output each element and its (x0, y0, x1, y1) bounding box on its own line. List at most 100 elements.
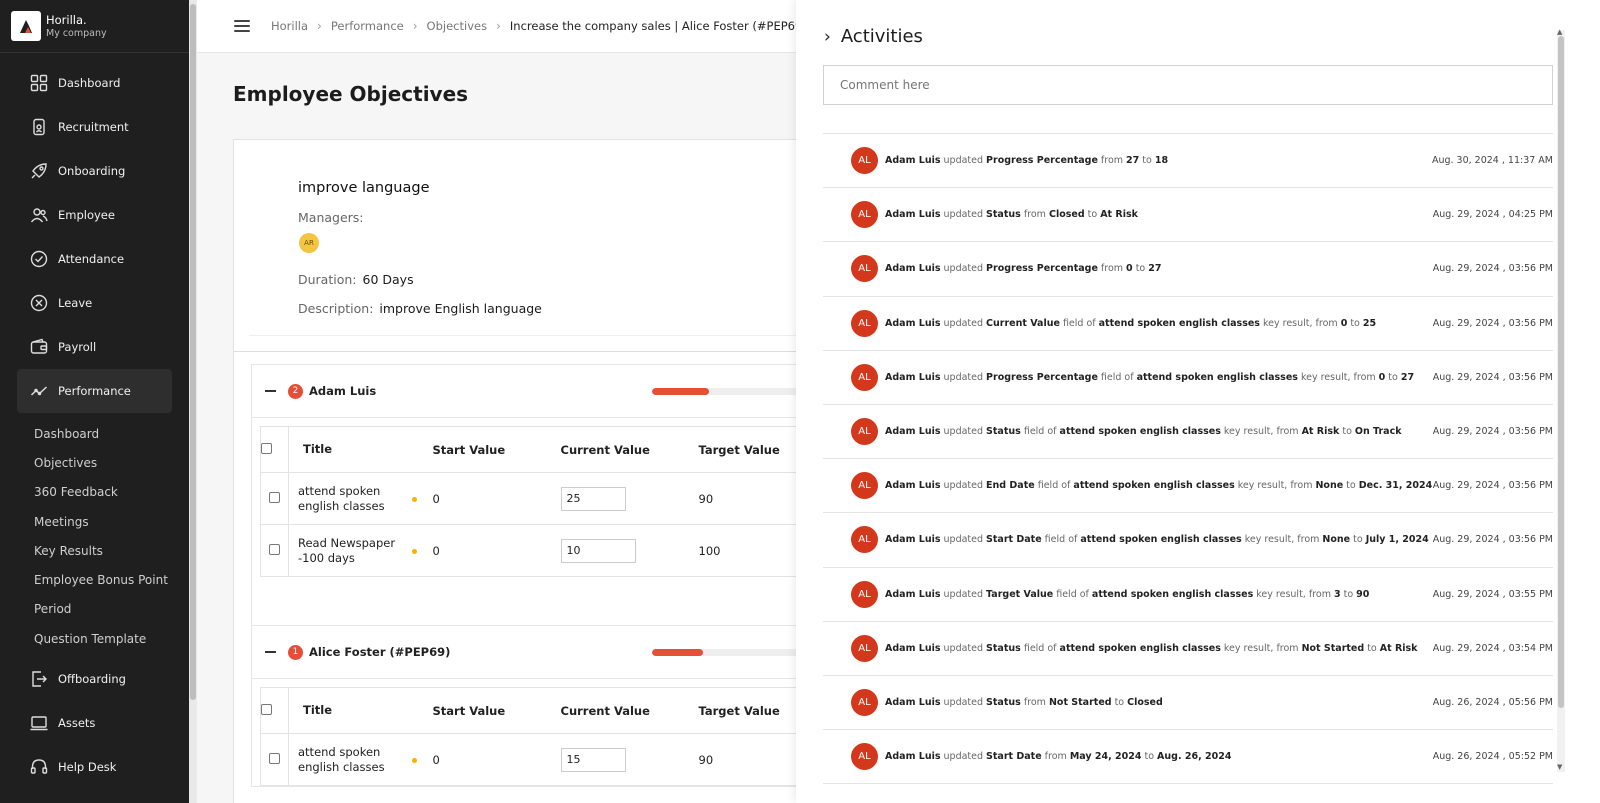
row-title: attend spoken english classes (288, 733, 425, 786)
activity-timestamp: Aug. 30, 2024 , 11:37 AM (1431, 155, 1553, 167)
activity-connector: from (1097, 155, 1127, 167)
comment-input[interactable] (823, 65, 1553, 105)
scroll-down-arrow-icon[interactable]: ▼ (1557, 763, 1562, 771)
hamburger-menu-icon[interactable] (234, 20, 250, 32)
nav-label: Performance (58, 384, 131, 398)
activity-text: Adam Luis updated Progress Percentage fr… (885, 155, 1168, 166)
current-value-input[interactable] (560, 538, 636, 563)
managers-label: Managers: (298, 210, 364, 225)
select-all-cell (260, 687, 289, 734)
nav-onboarding[interactable]: Onboarding (0, 149, 189, 193)
activity-value: attend spoken english classes (1091, 588, 1254, 600)
activity-connector: updated (940, 371, 987, 383)
current-value-input[interactable] (560, 486, 626, 511)
laptop-icon (29, 713, 49, 733)
current-value-input[interactable] (560, 747, 626, 772)
collapse-icon[interactable] (265, 390, 276, 392)
activity-value: Adam Luis (885, 426, 941, 438)
activity-value: Progress Percentage (986, 371, 1098, 383)
main-nav: Dashboard Recruitment Onboarding Employe… (0, 53, 189, 789)
nav-dashboard[interactable]: Dashboard (0, 61, 189, 105)
subnav-objectives[interactable]: Objectives (0, 448, 189, 477)
user-avatar: AL (851, 634, 878, 662)
nav-offboarding[interactable]: Offboarding (0, 657, 189, 701)
status-dot-icon (411, 757, 417, 763)
activity-item: AL Adam Luis updated Progress Percentage … (823, 351, 1553, 405)
activity-value: 27 (1148, 263, 1162, 275)
breadcrumb-performance[interactable]: Performance (331, 19, 404, 33)
activity-value: Adam Luis (885, 696, 941, 708)
chevron-right-icon: › (317, 19, 322, 33)
subnav-360-feedback[interactable]: 360 Feedback (0, 478, 189, 507)
nav-performance[interactable]: Performance (17, 369, 172, 413)
activity-value: Progress Percentage (986, 155, 1098, 167)
activity-value: attend spoken english classes (1059, 426, 1221, 438)
activity-value: Start Date (986, 751, 1042, 763)
activity-connector: to (1111, 696, 1128, 708)
user-avatar: AL (851, 743, 878, 771)
trend-icon (29, 381, 49, 401)
activity-value: attend spoken english classes (1059, 642, 1221, 654)
breadcrumb-horilla[interactable]: Horilla (271, 19, 308, 33)
activity-value: Status (986, 209, 1021, 221)
activity-text: Adam Luis updated Status from Not Starte… (885, 697, 1163, 708)
select-all-checkbox[interactable] (261, 703, 272, 715)
chevron-right-icon[interactable]: › (824, 27, 831, 47)
nav-attendance[interactable]: Attendance (0, 237, 189, 281)
activity-connector: key result, from (1297, 371, 1379, 383)
activity-value: Closed (1127, 696, 1163, 708)
activity-timestamp: Aug. 29, 2024 , 03:56 PM (1432, 371, 1553, 383)
nav-payroll[interactable]: Payroll (0, 325, 189, 369)
performance-subnav: Dashboard Objectives 360 Feedback Meetin… (0, 413, 189, 657)
subnav-meetings[interactable]: Meetings (0, 507, 189, 536)
subnav-employee-bonus-point[interactable]: Employee Bonus Point (0, 565, 189, 594)
nav-assets[interactable]: Assets (0, 701, 189, 745)
nav-leave[interactable]: Leave (0, 281, 189, 325)
rocket-icon (29, 161, 49, 181)
activity-connector: from (1041, 751, 1070, 763)
collapse-icon[interactable] (265, 651, 276, 653)
description-value: improve English language (379, 301, 542, 316)
row-title: Read Newspaper -100 days (288, 524, 425, 577)
sidebar: Horilla. My company Dashboard Recruitmen… (0, 0, 189, 803)
manager-avatar[interactable]: AR (299, 233, 319, 253)
brand[interactable]: Horilla. My company (0, 0, 189, 53)
activity-value: 25 (1362, 317, 1377, 329)
subnav-period[interactable]: Period (0, 595, 189, 624)
activity-connector: to (1084, 209, 1101, 221)
activity-connector: updated (940, 263, 987, 275)
activity-value: Adam Luis (885, 642, 941, 654)
activity-connector: updated (940, 426, 987, 438)
nav-help-desk[interactable]: Help Desk (0, 745, 189, 789)
activity-connector: updated (940, 209, 987, 221)
activity-connector: field of (1034, 480, 1074, 492)
nav-label: Assets (58, 716, 96, 731)
nav-employee[interactable]: Employee (0, 193, 189, 237)
breadcrumb-objectives[interactable]: Objectives (427, 19, 488, 33)
activity-list: AL Adam Luis updated Progress Percentage … (823, 133, 1553, 785)
scroll-up-arrow-icon[interactable]: ▲ (1557, 28, 1562, 36)
row-checkbox[interactable] (269, 543, 280, 555)
user-avatar: AL (851, 309, 878, 337)
activity-value: May 24, 2024 (1069, 751, 1142, 763)
sidebar-scrollbar-thumb[interactable] (190, 4, 196, 700)
subnav-question-template[interactable]: Question Template (0, 624, 189, 653)
panel-scrollbar-thumb[interactable] (1558, 36, 1564, 708)
select-all-checkbox[interactable] (261, 442, 272, 454)
group-name: Adam Luis (309, 384, 377, 398)
row-checkbox[interactable] (269, 491, 280, 503)
subnav-dashboard[interactable]: Dashboard (0, 419, 189, 448)
row-checkbox[interactable] (269, 752, 280, 764)
objective-name: improve language (298, 180, 430, 196)
activity-value: 3 (1333, 588, 1341, 600)
brand-name: Horilla. (46, 13, 87, 27)
activity-text: Adam Luis updated Status from Closed to … (885, 209, 1138, 220)
activity-connector: field of (1059, 317, 1099, 329)
nav-recruitment[interactable]: Recruitment (0, 105, 189, 149)
activity-connector: updated (940, 642, 987, 654)
row-start-value: 0 (424, 524, 561, 577)
row-title-text: attend spoken english classes (298, 744, 385, 774)
subnav-key-results[interactable]: Key Results (0, 536, 189, 565)
activity-value: Closed (1048, 209, 1085, 221)
progress-fill (652, 649, 703, 656)
